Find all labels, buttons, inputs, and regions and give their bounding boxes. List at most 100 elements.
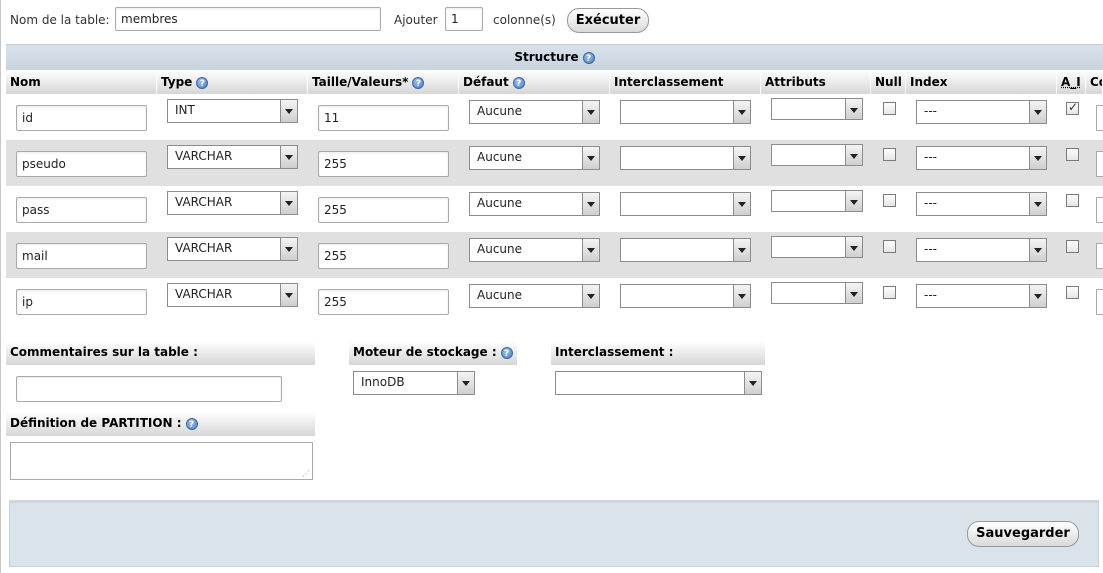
col-header-type-label: Type bbox=[161, 75, 193, 89]
col-header-taille-label: Taille/Valeurs* bbox=[312, 75, 409, 89]
comments-input[interactable] bbox=[16, 376, 282, 402]
type-select[interactable]: VARCHAR bbox=[167, 191, 298, 215]
add-count-input[interactable] bbox=[445, 7, 483, 31]
partition-header: Définition de PARTITION :? bbox=[6, 412, 315, 436]
null-checkbox[interactable] bbox=[883, 286, 896, 299]
resize-grip-icon[interactable]: ⋰ bbox=[302, 469, 310, 478]
comment-input[interactable] bbox=[1096, 243, 1103, 269]
attributes-select[interactable] bbox=[771, 98, 863, 120]
null-checkbox[interactable] bbox=[883, 194, 896, 207]
collation-row-select[interactable] bbox=[620, 238, 751, 262]
auto-increment-checkbox[interactable] bbox=[1066, 100, 1079, 115]
chevron-down-icon bbox=[280, 146, 297, 168]
index-select[interactable]: --- bbox=[916, 192, 1047, 216]
chevron-down-icon bbox=[1029, 285, 1046, 307]
auto-increment-checkbox[interactable] bbox=[1066, 148, 1079, 161]
chevron-down-icon bbox=[582, 147, 599, 169]
size-input[interactable] bbox=[318, 243, 449, 269]
type-select[interactable]: VARCHAR bbox=[167, 283, 298, 307]
size-input[interactable] bbox=[318, 289, 449, 315]
type-select[interactable]: VARCHAR bbox=[167, 145, 298, 169]
col-header-attributs: Attributs bbox=[761, 70, 871, 94]
col-header-defaut-label: Défaut bbox=[463, 75, 509, 89]
column-name-input[interactable] bbox=[16, 197, 147, 223]
collation-select[interactable] bbox=[555, 371, 762, 395]
collation-header: Interclassement : bbox=[551, 341, 765, 365]
help-icon[interactable]: ? bbox=[582, 51, 595, 64]
attributes-select[interactable] bbox=[771, 236, 863, 258]
chevron-down-icon bbox=[845, 191, 862, 211]
collation-label: Interclassement : bbox=[555, 345, 674, 359]
index-select[interactable]: --- bbox=[916, 284, 1047, 308]
index-select-value: --- bbox=[924, 150, 937, 164]
type-select-value: INT bbox=[175, 103, 195, 117]
null-checkbox[interactable] bbox=[883, 102, 896, 115]
default-select[interactable]: Aucune bbox=[469, 238, 600, 262]
null-checkbox[interactable] bbox=[883, 240, 896, 253]
size-input[interactable] bbox=[318, 197, 449, 223]
attributes-select[interactable] bbox=[771, 190, 863, 212]
size-input[interactable] bbox=[318, 151, 449, 177]
chevron-down-icon bbox=[733, 193, 750, 215]
auto-increment-checkbox[interactable] bbox=[1066, 194, 1079, 207]
col-header-interclassement: Interclassement bbox=[610, 70, 761, 94]
default-select-value: Aucune bbox=[477, 288, 523, 302]
column-name-input[interactable] bbox=[16, 243, 147, 269]
attributes-select[interactable] bbox=[771, 144, 863, 166]
table-name-input[interactable] bbox=[115, 7, 381, 31]
type-select[interactable]: VARCHAR bbox=[167, 237, 298, 261]
engine-select[interactable]: InnoDB bbox=[353, 371, 475, 395]
comment-input[interactable] bbox=[1096, 197, 1103, 223]
col-header-index: Index bbox=[906, 70, 1057, 94]
chevron-down-icon bbox=[1029, 101, 1046, 123]
comment-input[interactable] bbox=[1096, 105, 1103, 131]
default-select[interactable]: Aucune bbox=[469, 284, 600, 308]
collation-row-select[interactable] bbox=[620, 284, 751, 308]
default-select[interactable]: Aucune bbox=[469, 100, 600, 124]
help-icon[interactable]: ? bbox=[196, 76, 209, 89]
engine-label: Moteur de stockage : bbox=[353, 345, 497, 359]
structure-header: Structure? bbox=[6, 44, 1103, 70]
chevron-down-icon bbox=[845, 145, 862, 165]
col-header-index-label: Index bbox=[910, 75, 948, 89]
default-select[interactable]: Aucune bbox=[469, 146, 600, 170]
attributes-select[interactable] bbox=[771, 282, 863, 304]
help-icon[interactable]: ? bbox=[185, 417, 198, 430]
index-select[interactable]: --- bbox=[916, 100, 1047, 124]
size-input[interactable] bbox=[318, 105, 449, 131]
help-icon[interactable]: ? bbox=[412, 76, 425, 89]
partition-textarea[interactable] bbox=[10, 442, 313, 480]
collation-row-select[interactable] bbox=[620, 146, 751, 170]
col-header-attributs-label: Attributs bbox=[765, 75, 826, 89]
column-name-input[interactable] bbox=[16, 105, 147, 131]
chevron-down-icon bbox=[582, 239, 599, 261]
column-name-input[interactable] bbox=[16, 289, 147, 315]
comment-input[interactable] bbox=[1096, 289, 1103, 315]
col-header-null: Null bbox=[871, 70, 906, 94]
collation-row-select[interactable] bbox=[620, 192, 751, 216]
chevron-down-icon bbox=[280, 238, 297, 260]
index-select-value: --- bbox=[924, 288, 937, 302]
chevron-down-icon bbox=[733, 285, 750, 307]
chevron-down-icon bbox=[582, 193, 599, 215]
index-select-value: --- bbox=[924, 196, 937, 210]
column-name-input[interactable] bbox=[16, 151, 147, 177]
chevron-down-icon bbox=[744, 372, 761, 394]
chevron-down-icon bbox=[845, 283, 862, 303]
null-checkbox[interactable] bbox=[883, 148, 896, 161]
comment-input[interactable] bbox=[1096, 151, 1103, 177]
save-button[interactable]: Sauvegarder bbox=[967, 521, 1079, 547]
auto-increment-checkbox[interactable] bbox=[1066, 240, 1079, 253]
help-icon[interactable]: ? bbox=[500, 346, 513, 359]
auto-increment-checkbox[interactable] bbox=[1066, 286, 1079, 299]
index-select[interactable]: --- bbox=[916, 238, 1047, 262]
default-select[interactable]: Aucune bbox=[469, 192, 600, 216]
col-header-type: Type? bbox=[157, 70, 308, 94]
collation-row-select[interactable] bbox=[620, 100, 751, 124]
index-select[interactable]: --- bbox=[916, 146, 1047, 170]
col-header-ai-label: A_I bbox=[1061, 75, 1081, 89]
help-icon[interactable]: ? bbox=[512, 76, 525, 89]
chevron-down-icon bbox=[1029, 147, 1046, 169]
execute-button[interactable]: Exécuter bbox=[567, 8, 649, 33]
type-select[interactable]: INT bbox=[167, 99, 298, 123]
